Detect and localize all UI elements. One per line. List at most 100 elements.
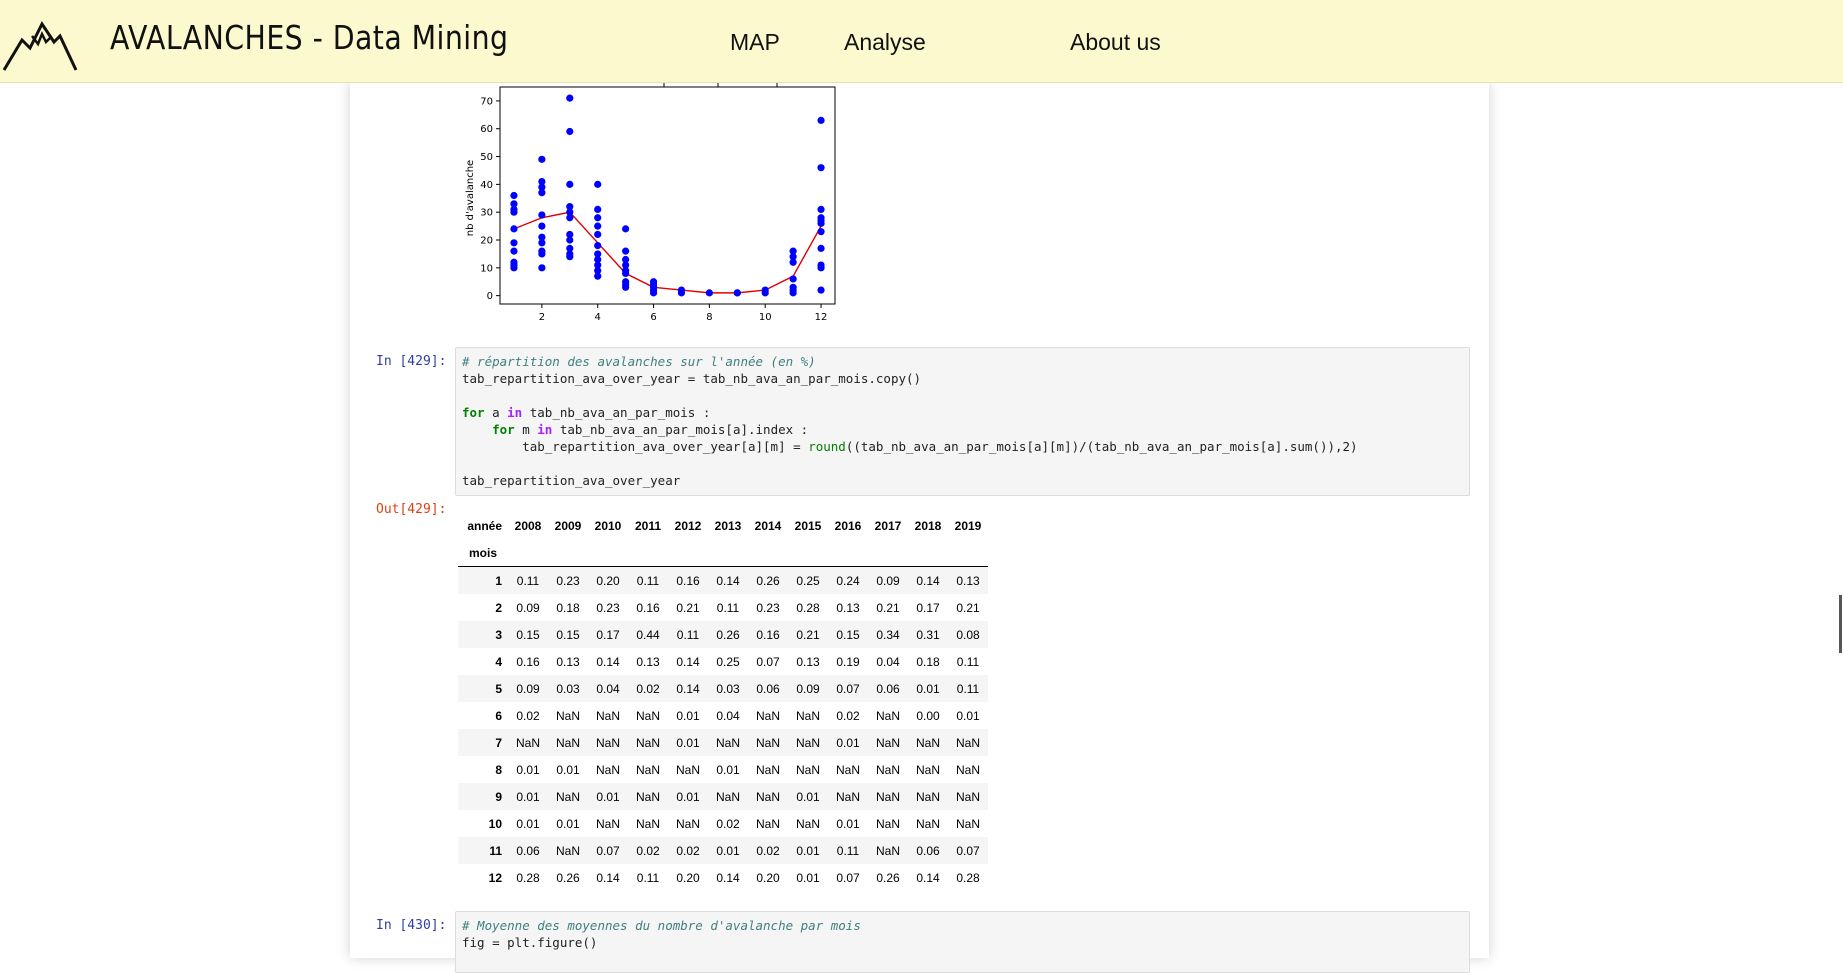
input-prompt-429: In [429]:: [376, 354, 447, 369]
y-tick-label: 60: [480, 124, 493, 135]
table-cell: 0.02: [628, 675, 668, 702]
table-row: 11 0.06 NaN 0.07 0.02 0.02 0.01 0.02 0.01 0.11 NaN…: [458, 837, 988, 864]
y-tick-label: 40: [480, 180, 493, 191]
code-line: for a in tab_nb_ava_an_par_mois :: [462, 405, 711, 420]
row-index: 11: [458, 837, 508, 864]
table-cell: 0.01: [676, 708, 700, 723]
row-index: 3: [458, 621, 508, 648]
table-cell: 0.02: [836, 708, 860, 723]
scatter-point: [594, 214, 602, 222]
scatter-point: [566, 236, 574, 244]
table-cell: 0.01: [516, 816, 540, 831]
table-cell: NaN: [755, 762, 780, 777]
table-cell: NaN: [595, 816, 620, 831]
table-cell: 0.01: [788, 783, 828, 810]
scatter-point: [566, 253, 574, 261]
table-cell: 0.16: [748, 621, 788, 648]
x-tick-label: 6: [650, 312, 656, 323]
column-header: 2017: [874, 518, 902, 533]
table-cell: 0.04: [588, 675, 628, 702]
table-cell: 0.26: [708, 621, 748, 648]
table-cell: 0.28: [516, 870, 540, 885]
table-cell: 0.11: [668, 621, 708, 648]
scatter-point: [538, 155, 546, 163]
avalanche-scatter-chart: 0 10 20 30 40 50 60 70 2 4 6 8 10 12 nb d'avalanche: [465, 80, 836, 323]
scatter-point: [789, 275, 797, 283]
table-cell: NaN: [748, 783, 788, 810]
column-header: 2012: [674, 518, 702, 533]
table-cell: 0.01: [556, 762, 580, 777]
table-cell: NaN: [595, 708, 620, 723]
table-row: 10 0.01 0.01 NaN NaN NaN 0.02 NaN NaN 0.01 NaN NaN N…: [458, 810, 988, 837]
y-tick-label: 0: [487, 291, 493, 302]
table-cell: 0.01: [508, 783, 548, 810]
scatter-point: [761, 289, 769, 297]
table-cell: 0.11: [628, 566, 668, 594]
column-header: 2016: [834, 518, 862, 533]
table-cell: 0.20: [588, 566, 628, 594]
table-cell: NaN: [875, 762, 900, 777]
table-cell: NaN: [955, 762, 980, 777]
scatter-point: [538, 250, 546, 258]
code-line: for m in tab_nb_ava_an_par_mois[a].index…: [492, 422, 809, 437]
table-cell: NaN: [675, 816, 700, 831]
scatter-point: [566, 214, 574, 222]
x-tick-label: 4: [595, 312, 601, 323]
table-cell: 0.14: [908, 566, 948, 594]
mountain-logo-icon[interactable]: [2, 10, 78, 72]
code-cell-429[interactable]: # répartition des avalanches sur l'année…: [455, 347, 1470, 496]
x-tick-label: 12: [815, 312, 828, 323]
scrollbar-thumb[interactable]: [1839, 595, 1842, 653]
row-index: 2: [495, 600, 502, 615]
table-cell: 0.02: [748, 837, 788, 864]
row-index: 8: [495, 762, 502, 777]
table-cell: 0.21: [876, 600, 900, 615]
table-cell: NaN: [675, 762, 700, 777]
row-index: 4: [495, 654, 502, 669]
table-cell: NaN: [795, 708, 820, 723]
table-cell: NaN: [875, 816, 900, 831]
code-line: fig = plt.figure(): [462, 935, 598, 950]
table-cell: NaN: [635, 816, 660, 831]
table-cell: 0.04: [876, 654, 900, 669]
table-cell: 0.01: [788, 837, 828, 864]
table-cell: NaN: [955, 816, 980, 831]
table-cell: 0.01: [716, 762, 740, 777]
table-cell: 0.09: [788, 675, 828, 702]
table-cell: NaN: [868, 837, 908, 864]
code-cell-430[interactable]: # Moyenne des moyennes du nombre d'avala…: [455, 911, 1470, 973]
table-cell: 0.15: [828, 621, 868, 648]
table-cell: 0.01: [668, 783, 708, 810]
table-cell: 0.14: [596, 654, 620, 669]
nav-link-about-us[interactable]: About us: [1070, 29, 1161, 56]
table-cell: NaN: [908, 783, 948, 810]
nav-link-analyse[interactable]: Analyse: [844, 29, 926, 56]
input-prompt-430: In [430]:: [376, 918, 447, 933]
table-cell: NaN: [915, 816, 940, 831]
table-cell: 0.02: [628, 837, 668, 864]
scatter-point: [817, 286, 825, 294]
table-cell: 0.09: [516, 600, 540, 615]
nav-link-map[interactable]: MAP: [730, 29, 780, 56]
table-cell: 0.25: [716, 654, 740, 669]
scatter-point: [594, 230, 602, 239]
table-cell: 0.24: [828, 566, 868, 594]
table-cell: 0.07: [828, 675, 868, 702]
brand-title[interactable]: AVALANCHES - Data Mining: [110, 18, 508, 57]
y-tick-label: 50: [480, 152, 493, 163]
table-row: 8 0.01 0.01 NaN NaN NaN 0.01 NaN NaN NaN NaN NaN NaN: [458, 756, 988, 783]
table-cell: 0.11: [508, 566, 548, 594]
table-cell: 0.03: [708, 675, 748, 702]
table-cell: NaN: [748, 729, 788, 756]
column-header: 2018: [914, 518, 942, 533]
table-cell: NaN: [868, 729, 908, 756]
scatter-point: [566, 180, 574, 188]
table-cell: NaN: [795, 762, 820, 777]
scatter-point: [594, 272, 602, 280]
table-cell: NaN: [755, 816, 780, 831]
table-cell: NaN: [595, 762, 620, 777]
y-tick-label: 10: [480, 263, 493, 274]
column-header: 2013: [714, 518, 742, 533]
scatter-point: [566, 127, 574, 136]
table-cell: 0.01: [556, 816, 580, 831]
